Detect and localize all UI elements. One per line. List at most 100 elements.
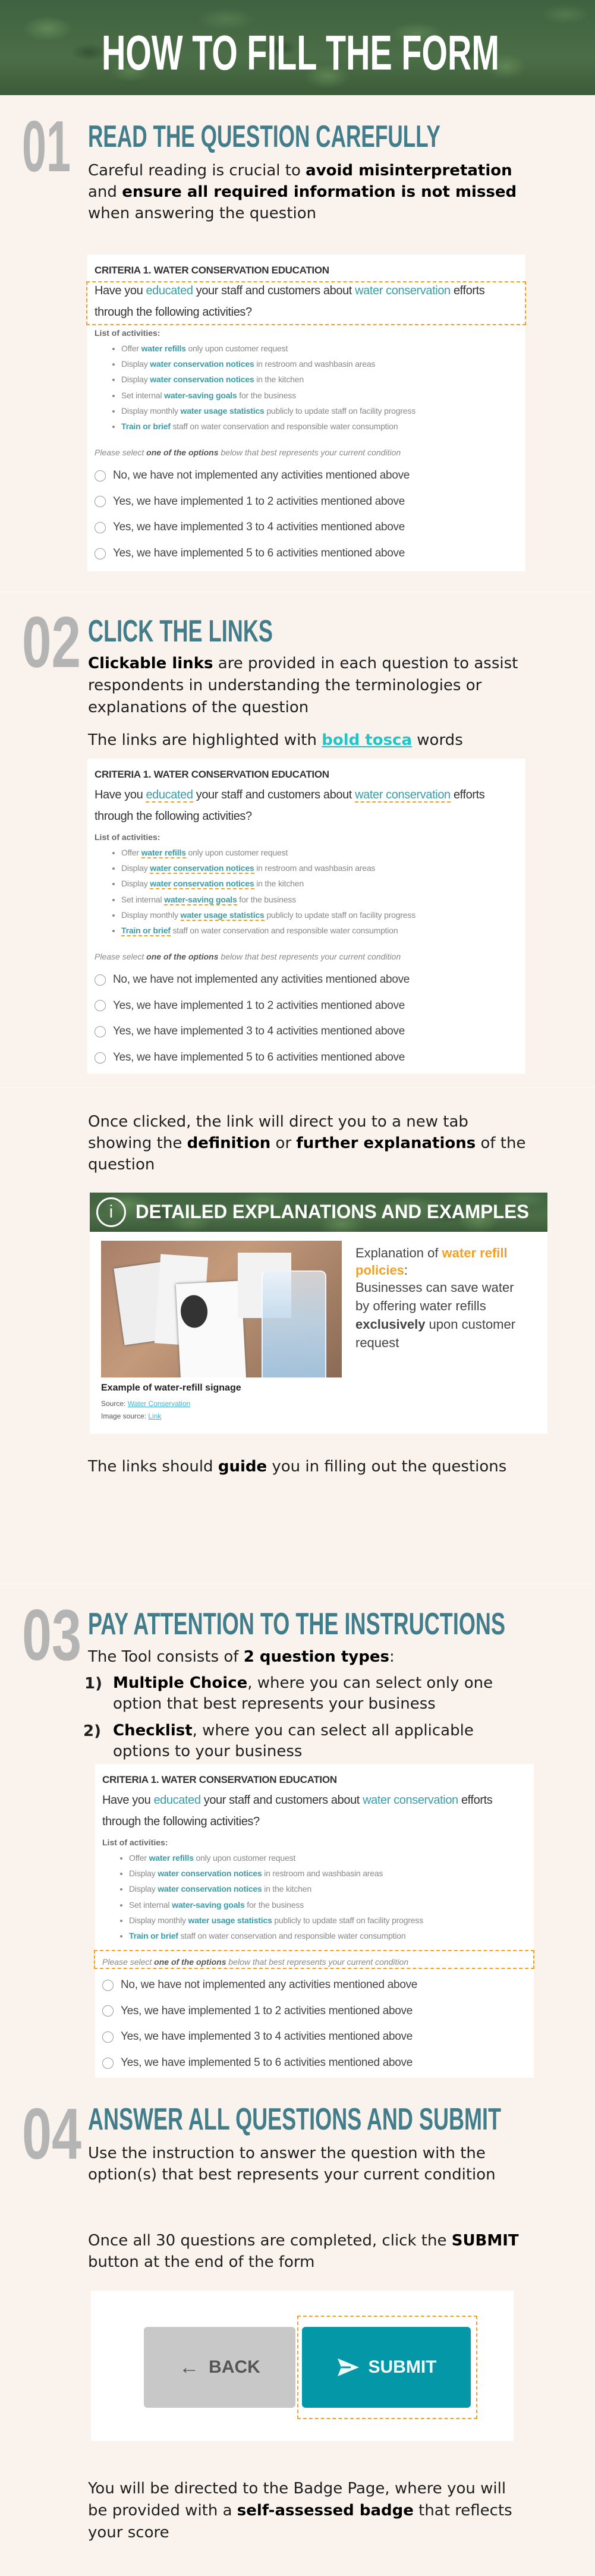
radio-button[interactable] — [95, 548, 106, 559]
radio-option[interactable]: No, we have not implemented any activiti… — [95, 463, 410, 489]
radio-button[interactable] — [95, 521, 106, 533]
term-link[interactable]: educated — [146, 788, 193, 803]
explanation-intro: Explanation of water refill policies: — [355, 1244, 528, 1279]
term-link[interactable]: water conservation notices — [150, 375, 254, 384]
text-segment: your staff and customers about — [200, 1794, 363, 1807]
criteria-title: CRITERIA 1. WATER CONSERVATION EDUCATION — [95, 265, 329, 276]
activity-item: Set internal water-saving goals for the … — [129, 1897, 423, 1913]
emphasis-text: one of the options — [146, 952, 219, 961]
radio-button[interactable] — [95, 1052, 106, 1064]
term-link[interactable]: water usage statistics — [181, 406, 265, 416]
source-link[interactable]: Water Conservation — [128, 1399, 191, 1408]
radio-option[interactable]: No, we have not implemented any activiti… — [95, 967, 410, 993]
term-link[interactable]: water-saving goals — [164, 894, 237, 905]
step-heading: CLICK THE LINKS — [88, 614, 273, 649]
submit-button[interactable]: SUBMIT — [302, 2327, 471, 2408]
emphasis-text: 2 question types — [243, 1648, 389, 1666]
radio-button[interactable] — [95, 1026, 106, 1037]
term-link[interactable]: water conservation notices — [150, 359, 254, 369]
water-refill-signage-photo — [101, 1241, 342, 1377]
radio-option[interactable]: Yes, we have implemented 5 to 6 activiti… — [102, 2050, 413, 2076]
term-link[interactable]: water-saving goals — [172, 1900, 245, 1910]
radio-option[interactable]: Yes, we have implemented 5 to 6 activiti… — [95, 540, 405, 567]
radio-option[interactable]: Yes, we have implemented 5 to 6 activiti… — [95, 1045, 405, 1071]
radio-button[interactable] — [102, 2005, 114, 2017]
form-question-card: CRITERIA 1. WATER CONSERVATION EDUCATION… — [87, 759, 525, 1074]
term-link[interactable]: water conservation — [355, 284, 451, 297]
term-link[interactable]: water conservation notices — [158, 1884, 262, 1894]
radio-option[interactable]: Yes, we have implemented 3 to 4 activiti… — [102, 2024, 413, 2050]
question-text: Have you educated your staff and custome… — [102, 1789, 528, 1832]
radio-button[interactable] — [95, 1000, 106, 1012]
step-description: Clickable links are provided in each que… — [88, 653, 528, 719]
explanation-header: i DETAILED EXPLANATIONS AND EXAMPLES — [90, 1193, 547, 1232]
water-glass-graphic — [262, 1270, 326, 1377]
text-segment: Display — [129, 1884, 158, 1894]
radio-button[interactable] — [95, 470, 106, 482]
text-segment: Display — [121, 879, 150, 889]
term-link[interactable]: water-saving goals — [164, 391, 237, 400]
option-label: Yes, we have implemented 5 to 6 activiti… — [113, 1051, 405, 1064]
text-segment: for the business — [244, 1899, 304, 1910]
text-segment: in the kitchen — [254, 375, 304, 385]
radio-option[interactable]: Yes, we have implemented 1 to 2 activiti… — [95, 993, 405, 1019]
text-segment: staff on water conservation and responsi… — [170, 925, 398, 935]
term-link[interactable]: water refills — [141, 344, 186, 353]
text-segment: Explanation of — [355, 1245, 442, 1260]
activity-item: Display monthly water usage statistics p… — [121, 907, 415, 923]
text-segment: in restroom and washbasin areas — [262, 1869, 383, 1879]
radio-option[interactable]: No, we have not implemented any activiti… — [102, 1972, 417, 1998]
term-link[interactable]: educated — [153, 1794, 201, 1807]
term-link[interactable]: water conservation — [363, 1794, 458, 1807]
radio-button[interactable] — [102, 1979, 114, 1991]
term-link[interactable]: water conservation notices — [158, 1869, 262, 1878]
emphasis-text: Checklist — [113, 1722, 193, 1740]
text-segment: for the business — [237, 390, 296, 400]
radio-option[interactable]: Yes, we have implemented 1 to 2 activiti… — [102, 1998, 413, 2024]
term-link[interactable]: water conservation notices — [150, 863, 254, 875]
instruction-text: Please select one of the options below t… — [95, 950, 401, 963]
text-segment: Have you — [95, 284, 146, 297]
text-segment: Offer — [121, 848, 141, 857]
term-link[interactable]: water refills — [149, 1853, 194, 1863]
term-link[interactable]: water conservation notices — [150, 879, 254, 890]
text-segment: Have you — [102, 1794, 154, 1807]
explanation-title: DETAILED EXPLANATIONS AND EXAMPLES — [136, 1201, 529, 1222]
emphasis-text: ensure all required information is not m… — [122, 183, 517, 201]
activity-item: Set internal water-saving goals for the … — [121, 388, 415, 403]
text-segment: for the business — [237, 894, 296, 904]
back-button[interactable]: ← BACK — [144, 2327, 295, 2408]
term-link[interactable]: Train or brief — [121, 422, 171, 431]
activity-item: Set internal water-saving goals for the … — [121, 892, 415, 907]
submit-note: Once all 30 questions are completed, cli… — [88, 2230, 528, 2273]
activity-item: Offer water refills only upon customer r… — [121, 845, 415, 860]
term-link[interactable]: Train or brief — [121, 925, 171, 936]
term-link[interactable]: water refills — [141, 848, 186, 858]
term-link[interactable]: water usage statistics — [180, 910, 265, 921]
radio-button[interactable] — [102, 2057, 114, 2069]
text-segment: Offer — [121, 344, 141, 353]
step-description: The Tool consists of 2 question types: — [88, 1646, 528, 1668]
term-link[interactable]: water usage statistics — [188, 1916, 272, 1925]
radio-button[interactable] — [95, 496, 106, 508]
option-label: Yes, we have implemented 5 to 6 activiti… — [113, 547, 405, 560]
radio-option[interactable]: Yes, we have implemented 3 to 4 activiti… — [95, 1018, 405, 1045]
image-source-link[interactable]: Link — [148, 1412, 161, 1420]
tosca-example[interactable]: bold tosca — [322, 731, 412, 749]
term-link[interactable]: Train or brief — [129, 1931, 178, 1940]
radio-option[interactable]: Yes, we have implemented 3 to 4 activiti… — [95, 514, 405, 540]
activity-item: Train or brief staff on water conservati… — [121, 419, 415, 434]
radio-button[interactable] — [102, 2031, 114, 2043]
text-segment: only upon customer request — [193, 1853, 296, 1863]
radio-option[interactable]: Yes, we have implemented 1 to 2 activiti… — [95, 489, 405, 515]
submit-label: SUBMIT — [368, 2357, 437, 2377]
step-description: Careful reading is crucial to avoid misi… — [88, 160, 528, 224]
text-segment: below that best represents your current … — [218, 448, 401, 457]
term-link[interactable]: educated — [146, 284, 193, 297]
term-link[interactable]: water conservation — [355, 788, 451, 803]
emphasis-text: avoid misinterpretation — [306, 162, 512, 180]
source-line: Source: Water Conservation — [101, 1399, 190, 1408]
radio-button[interactable] — [95, 974, 106, 986]
criteria-title: CRITERIA 1. WATER CONSERVATION EDUCATION — [95, 769, 329, 780]
explanation-body: Businesses can save water by offering wa… — [355, 1278, 529, 1352]
